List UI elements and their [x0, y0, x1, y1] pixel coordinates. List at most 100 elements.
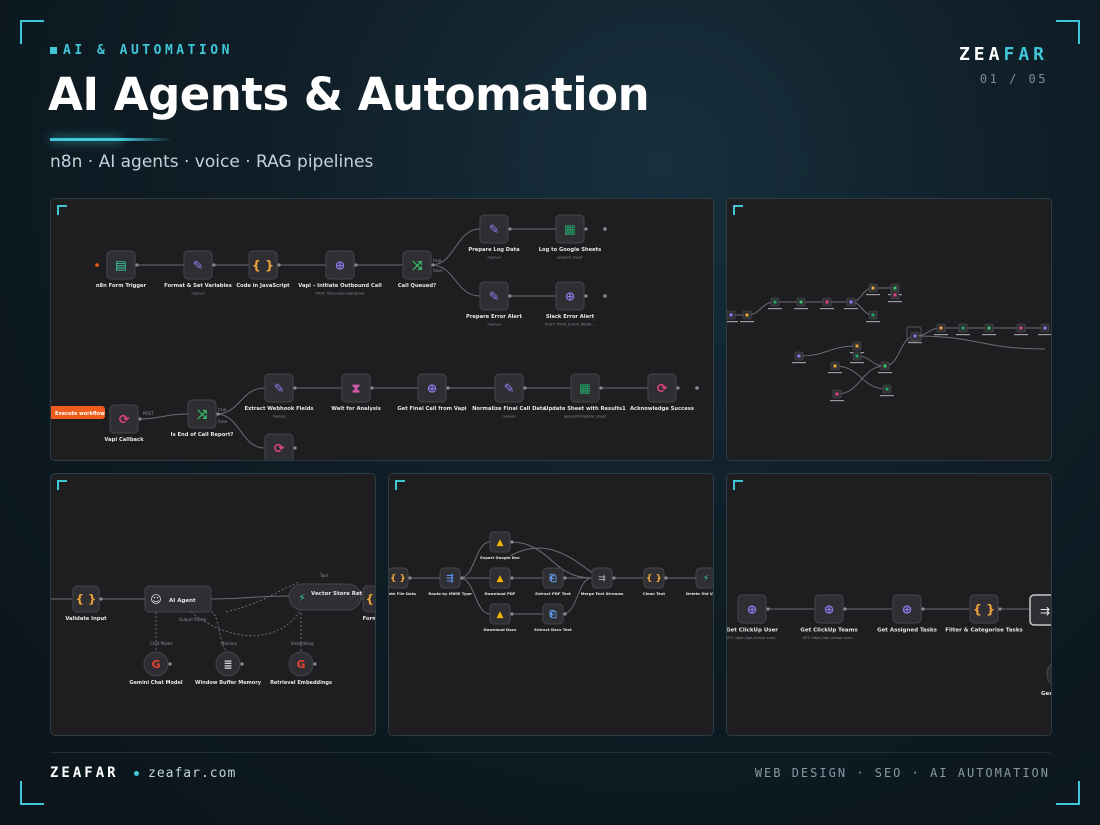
workflow-node[interactable]: ✎ Prepare Log Data manual [468, 214, 520, 259]
workflow-node[interactable]: ▦ Log to Google Sheets append: sheet [539, 214, 601, 259]
output-port[interactable] [446, 386, 450, 390]
workflow-node[interactable]: G Retrieval Embeddings [270, 651, 332, 686]
workflow-node[interactable]: ⇉ Merge Text Streams [581, 567, 625, 596]
output-port[interactable] [584, 227, 588, 231]
output-port[interactable] [510, 540, 514, 544]
output-port[interactable] [843, 607, 847, 611]
frame-corner-bottom-left [20, 781, 44, 805]
workflow-node[interactable]: ⊕ Get ClickUp User GET: https://api.clicku… [727, 594, 779, 640]
output-port[interactable] [664, 576, 668, 580]
workflow-node[interactable]: { } Filter & Categorise Tasks [945, 594, 1023, 634]
workflow-node[interactable]: ✎ Normalize Final Call Data manual [472, 373, 546, 418]
workflow-node[interactable]: ⇶ Route by MIME Type [428, 567, 472, 596]
node-subtitle: manual [272, 414, 285, 418]
workflow-node[interactable]: { } Update File Data [389, 567, 416, 596]
output-port[interactable] [508, 294, 512, 298]
workflow-node[interactable]: ⊕ Slack Error Alert POST: YOUR_SLACK_WEBH.… [545, 281, 595, 326]
workflow-node[interactable]: ⚡ Delete Old Vectors [686, 567, 713, 596]
workflow-node[interactable]: G Gemini Chat Model [129, 651, 183, 686]
output-port[interactable] [138, 417, 142, 421]
footer-url[interactable]: zeafar.com [148, 766, 236, 781]
output-port[interactable] [99, 597, 103, 601]
node-label: Wait for Analysis [331, 406, 381, 412]
workflow-node[interactable]: ⊕ Get Final Call from Vapi [397, 373, 467, 412]
workflow-node[interactable]: ⊕ Get Assigned Tasks [877, 594, 938, 634]
output-port[interactable] [510, 576, 514, 580]
output-port[interactable] [508, 227, 512, 231]
output-port[interactable] [216, 412, 220, 416]
output-port[interactable] [293, 446, 297, 450]
workflow-node[interactable]: ⤨ Call Queued? [398, 250, 436, 289]
output-port[interactable] [460, 576, 464, 580]
mini-node-icon [883, 364, 887, 368]
mini-node-icon [939, 326, 943, 330]
node-subtitle: GET: https://api.clickup.com/... [802, 636, 855, 640]
workflow-node[interactable]: ⟳ Vapi Callback [104, 404, 144, 443]
mini-node [727, 310, 738, 323]
merge-icon: ⇉ [1040, 604, 1050, 618]
vector-store-node[interactable]: ⚡ Vector Store Retriever [288, 583, 375, 611]
mini-node [880, 384, 894, 397]
workflow-node[interactable]: ⟳ [264, 433, 297, 460]
workflow-node[interactable]: ✎ Format & Set Variables manual [164, 250, 232, 295]
node-label: Get ClickUp User [727, 628, 778, 634]
output-port[interactable] [998, 607, 1002, 611]
output-port[interactable] [510, 612, 514, 616]
output-port[interactable] [293, 386, 297, 390]
workflow-node[interactable]: ⊕ Vapi – Initiate Outbound Call POST: http… [298, 250, 382, 295]
workflow-node[interactable]: ▲ Download Docx [484, 603, 517, 632]
output-port[interactable] [354, 263, 358, 267]
workflow-node[interactable]: ▲ Download PDF [484, 567, 516, 596]
memory-icon: ≣ [223, 658, 232, 671]
output-port[interactable] [563, 576, 567, 580]
node-label: Retrieval Embeddings [270, 680, 332, 686]
output-port[interactable] [584, 294, 588, 298]
node-subtitle: POST: https://api.vapi.ai/call [316, 291, 365, 295]
globe-icon: ⊕ [747, 601, 758, 616]
workflow-node[interactable]: ⟳ Acknowledge Success [630, 373, 694, 412]
workflow-node[interactable]: ⇉ [1029, 594, 1051, 626]
workflow-node[interactable]: ⧗ Wait for Analysis [331, 373, 381, 412]
connection-line [459, 541, 491, 579]
output-port[interactable] [212, 263, 216, 267]
workflow-node[interactable]: ✎ Extract Webhook Fields manual [244, 373, 314, 418]
workflow-node[interactable]: { } Format R [362, 585, 375, 622]
connection-line [798, 345, 858, 357]
workflow-node[interactable]: ⊕ Get ClickUp Teams GET: https://api.click… [800, 594, 858, 640]
execute-button-label[interactable]: Execute workflow [55, 411, 105, 417]
workflow-node[interactable]: ▲ Export Google Doc [480, 531, 520, 560]
output-port[interactable] [766, 607, 770, 611]
output-port[interactable] [563, 612, 567, 616]
output-port[interactable] [408, 576, 412, 580]
port-label: Chat Model [150, 641, 173, 646]
output-port[interactable] [313, 662, 317, 666]
output-port[interactable] [921, 607, 925, 611]
execute-workflow-button[interactable]: Execute workflow [51, 406, 105, 419]
output-port[interactable] [168, 662, 172, 666]
workflow-node[interactable]: { } Validate Input [65, 585, 107, 622]
workflow-node[interactable]: ▦ Update Sheet with Results1 appendOrUpdat… [544, 373, 626, 418]
workflow-node[interactable]: ⎗ Extract Docx Text [534, 603, 572, 632]
mini-node-label-bar [820, 308, 834, 310]
workflow-node[interactable]: { } Clean Text [643, 567, 668, 596]
workflow-node[interactable]: { } Code in JavaScript [236, 250, 290, 289]
page-title: AI Agents & Automation [48, 68, 650, 121]
workflow-node[interactable]: ≣ Window Buffer Memory [195, 651, 262, 686]
output-port[interactable] [370, 386, 374, 390]
output-port[interactable] [676, 386, 680, 390]
workflow-node[interactable]: ⎗ Extract PDF Text [535, 567, 571, 596]
output-port[interactable] [523, 386, 527, 390]
output-port[interactable] [612, 576, 616, 580]
node-label: Validate Input [65, 616, 107, 622]
ai-agent-node[interactable]: ☺ AI Agent [144, 585, 212, 613]
output-port[interactable] [599, 386, 603, 390]
node-label: Window Buffer Memory [195, 680, 262, 686]
output-port[interactable] [135, 263, 139, 267]
output-port[interactable] [431, 263, 435, 267]
end-port [695, 386, 699, 390]
output-port[interactable] [277, 263, 281, 267]
output-port[interactable] [240, 662, 244, 666]
workflow-node[interactable]: ▤ n8n Form Trigger [96, 250, 147, 289]
workflow-node[interactable]: ✎ Prepare Error Alert manual [466, 281, 522, 326]
connection-line [836, 365, 886, 395]
